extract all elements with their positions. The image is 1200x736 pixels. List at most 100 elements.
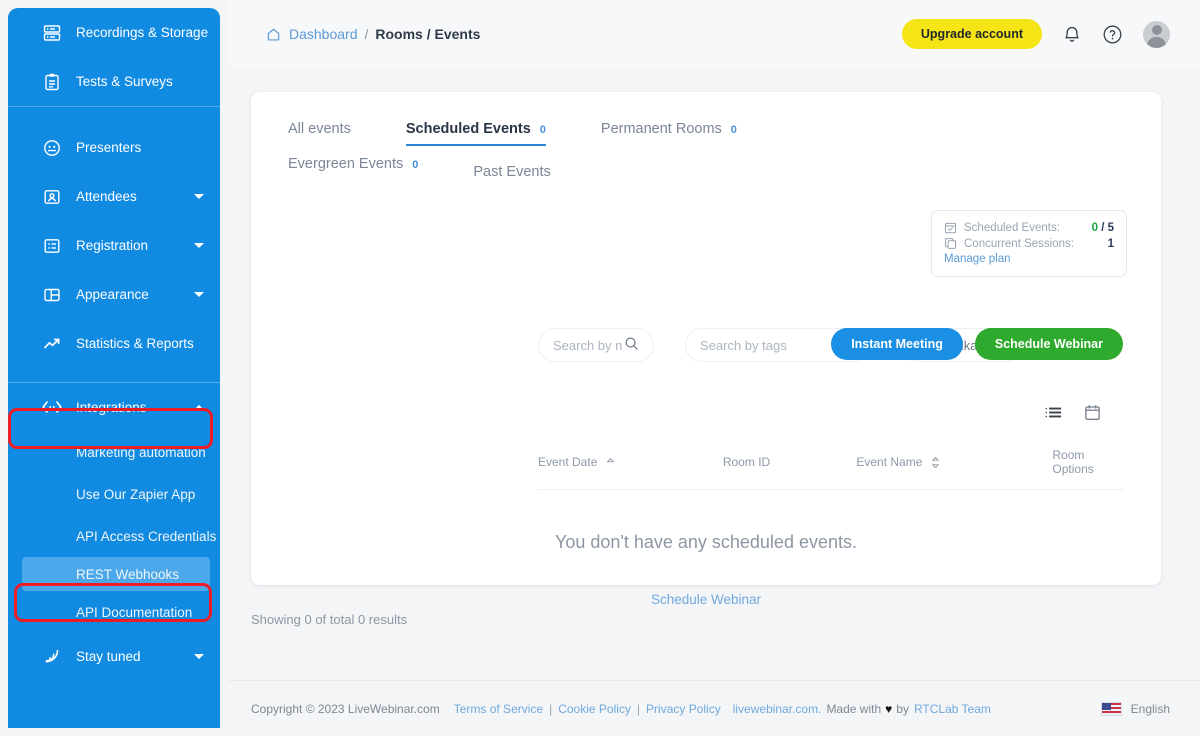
sidebar-subitem-label: Use Our Zapier App	[76, 486, 196, 502]
sidebar-item-tests-surveys[interactable]: Tests & Surveys	[8, 57, 220, 106]
sidebar-item-registration[interactable]: Registration	[8, 221, 220, 270]
avatar[interactable]	[1143, 20, 1170, 48]
sidebar-item-integrations[interactable]: Integrations	[8, 383, 220, 431]
tab-past-events[interactable]: Past Events	[473, 164, 593, 189]
sort-ascending-icon	[606, 457, 615, 467]
column-header-room-id: Room ID	[723, 455, 857, 469]
footer-by-text: by	[896, 701, 909, 716]
list-view-icon[interactable]	[1045, 405, 1062, 420]
instant-meeting-button[interactable]: Instant Meeting	[831, 328, 963, 360]
sidebar-subitem-label: REST Webhooks	[76, 566, 180, 582]
plan-row-concurrent-sessions: Concurrent Sessions: 1	[944, 237, 1114, 250]
footer-link-team[interactable]: RTCLab Team	[914, 702, 991, 716]
tab-label: Evergreen Events	[288, 156, 404, 172]
tab-permanent-rooms[interactable]: Permanent Rooms 0	[601, 121, 737, 146]
table-header-row: Event Date Room ID Event Name Room Optio…	[538, 448, 1124, 490]
question-circle-icon[interactable]	[1102, 24, 1123, 45]
rss-icon	[41, 645, 63, 667]
upgrade-account-button[interactable]: Upgrade account	[901, 19, 1042, 49]
sidebar-subitem-api-documentation[interactable]: API Documentation	[8, 591, 220, 633]
code-brackets-icon	[41, 396, 63, 418]
attendees-icon	[41, 186, 63, 208]
results-count: Showing 0 of total 0 results	[251, 612, 408, 627]
chevron-down-icon	[194, 194, 204, 199]
language-selector[interactable]: English	[1100, 701, 1170, 716]
primary-actions: Instant Meeting Schedule Webinar	[831, 328, 1123, 360]
column-label: Room Options	[1052, 448, 1094, 476]
tabs-bar: All events Scheduled Events 0 Permanent …	[251, 92, 911, 199]
sidebar-subitem-rest-webhooks[interactable]: REST Webhooks	[22, 557, 210, 591]
column-header-event-name[interactable]: Event Name	[856, 455, 1052, 469]
footer: Copyright © 2023 LiveWebinar.com Terms o…	[228, 680, 1200, 736]
sidebar-subitem-zapier-app[interactable]: Use Our Zapier App	[8, 473, 220, 515]
search-input[interactable]: Search by n	[538, 328, 654, 362]
tab-count: 0	[539, 124, 546, 136]
tab-label: Permanent Rooms	[600, 121, 722, 137]
server-icon	[41, 22, 63, 44]
top-bar: Dashboard / Rooms / Events Upgrade accou…	[228, 0, 1200, 68]
search-tags-placeholder: Search by tags	[700, 337, 787, 353]
tab-label: All events	[288, 121, 351, 137]
empty-state-schedule-link[interactable]: Schedule Webinar	[251, 592, 1161, 607]
footer-link-terms[interactable]: Terms of Service	[454, 702, 543, 716]
column-header-event-date[interactable]: Event Date	[538, 455, 723, 469]
sort-both-icon	[931, 456, 940, 469]
plan-label: Concurrent Sessions:	[964, 237, 1074, 250]
home-icon	[266, 27, 281, 42]
schedule-webinar-button[interactable]: Schedule Webinar	[974, 328, 1123, 360]
chevron-up-icon	[194, 404, 204, 410]
bell-icon[interactable]	[1062, 24, 1082, 45]
sidebar-item-label: Appearance	[76, 287, 149, 302]
footer-made-with: livewebinar.com. Made with ♥ by RTCLab T…	[733, 702, 991, 716]
plan-value-limit: / 5	[1098, 221, 1114, 234]
tab-count: 0	[730, 124, 737, 136]
tab-all-events[interactable]: All events	[288, 121, 351, 146]
column-header-room-options: Room Options	[1052, 448, 1124, 476]
sidebar-item-label: Registration	[76, 238, 149, 253]
sidebar-item-recordings-storage[interactable]: Recordings & Storage	[8, 8, 220, 57]
column-label: Event Name	[856, 455, 923, 469]
sidebar-subitem-marketing-automation[interactable]: Marketing automation	[8, 431, 220, 473]
clipboard-icon	[41, 71, 63, 93]
breadcrumb-dashboard[interactable]: Dashboard	[289, 26, 358, 42]
tab-count: 0	[412, 159, 419, 171]
us-flag-icon	[1100, 701, 1122, 716]
footer-copyright: Copyright © 2023 LiveWebinar.com	[251, 701, 440, 716]
top-bar-actions: Upgrade account	[901, 19, 1170, 49]
sidebar-subitem-label: API Access Credentials	[76, 528, 217, 544]
copy-icon	[944, 237, 957, 250]
presenter-icon	[41, 137, 63, 159]
empty-state-message: You don't have any scheduled events.	[554, 532, 857, 552]
tab-evergreen-events[interactable]: Evergreen Events 0	[288, 156, 418, 189]
footer-link-privacy[interactable]: Privacy Policy	[646, 702, 721, 716]
search-icon	[624, 336, 639, 354]
appearance-icon	[41, 284, 63, 306]
chart-trend-icon	[41, 333, 63, 355]
events-card: All events Scheduled Events 0 Permanent …	[251, 92, 1161, 607]
search-input-placeholder: Search by n	[553, 337, 623, 353]
heart-icon: ♥	[885, 701, 893, 716]
sidebar-subitem-api-access-credentials[interactable]: API Access Credentials	[8, 515, 220, 557]
sidebar-item-presenters[interactable]: Presenters	[8, 123, 220, 172]
calendar-view-icon[interactable]	[1084, 404, 1101, 421]
chevron-down-icon	[194, 653, 204, 659]
footer-link-site[interactable]: livewebinar.com.	[733, 702, 822, 716]
sidebar-item-label: Attendees	[76, 189, 137, 204]
chevron-down-icon	[194, 243, 204, 248]
sidebar-item-appearance[interactable]: Appearance	[8, 270, 220, 319]
sidebar-item-attendees[interactable]: Attendees	[8, 172, 220, 221]
sidebar-item-statistics-reports[interactable]: Statistics & Reports	[8, 319, 220, 368]
sidebar-item-label: Presenters	[76, 140, 142, 155]
footer-link-cookie[interactable]: Cookie Policy	[558, 702, 631, 716]
registration-icon	[41, 235, 63, 257]
manage-plan-link[interactable]: Manage plan	[944, 253, 1114, 265]
calendar-check-icon	[944, 221, 957, 234]
breadcrumb: Dashboard / Rooms / Events	[266, 26, 480, 42]
view-toggle-group	[1045, 404, 1101, 421]
sidebar-item-stay-tuned[interactable]: Stay tuned	[8, 633, 220, 679]
column-label: Event Date	[538, 455, 598, 469]
chevron-down-icon	[194, 292, 204, 297]
tab-scheduled-events[interactable]: Scheduled Events 0	[405, 121, 546, 146]
